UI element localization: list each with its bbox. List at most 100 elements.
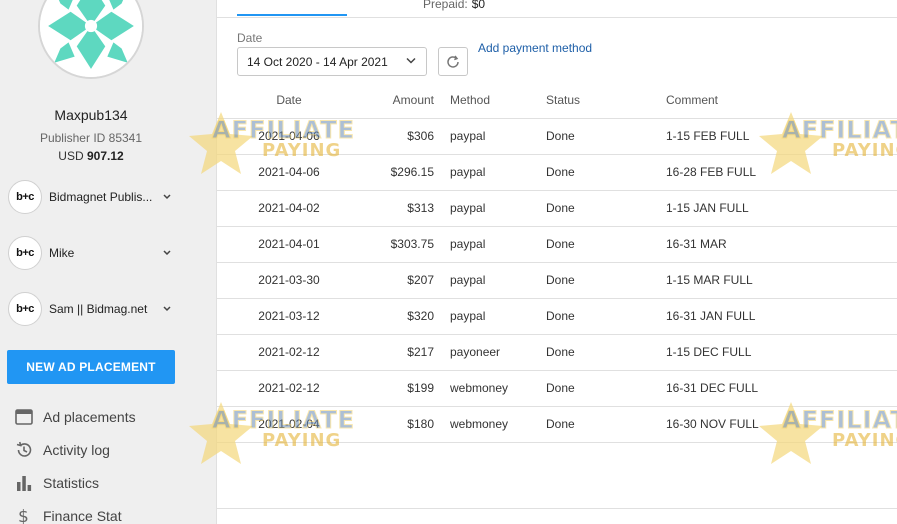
- active-tab-indicator: [237, 14, 347, 16]
- cell-comment: 1-15 JAN FULL: [650, 190, 897, 227]
- spacer-cell: [217, 370, 244, 407]
- cell-amount: $180: [334, 406, 434, 443]
- cell-status: Done: [530, 406, 650, 443]
- table-row: 2021-03-30 $207 paypal Done 1-15 MAR FULL: [217, 262, 897, 299]
- table-row: 2021-04-01 $303.75 paypal Done 16-31 MAR: [217, 226, 897, 263]
- column-header-date[interactable]: Date: [244, 82, 334, 119]
- cell-amount: $313: [334, 190, 434, 227]
- cell-method: paypal: [434, 298, 530, 335]
- spacer-cell: [217, 334, 244, 371]
- cell-status: Done: [530, 190, 650, 227]
- spacer-cell: [217, 298, 244, 335]
- divider: [217, 17, 897, 18]
- chevron-down-icon: [406, 57, 416, 64]
- prepaid-summary: Prepaid: $0: [423, 0, 485, 11]
- svg-text:$: $: [18, 507, 29, 524]
- nav-label: Finance Stat: [43, 508, 122, 524]
- cell-method: paypal: [434, 118, 530, 155]
- account-switcher-3[interactable]: b+c Sam || Bidmag.net: [8, 291, 178, 327]
- account-switcher-1[interactable]: b+c Bidmagnet Publis...: [8, 179, 178, 215]
- account-name: Bidmagnet Publis...: [49, 190, 153, 204]
- cell-status: Done: [530, 370, 650, 407]
- cell-method: webmoney: [434, 370, 530, 407]
- cell-amount: $320: [334, 298, 434, 335]
- cell-date: 2021-03-12: [244, 298, 334, 335]
- cell-amount: $296.15: [334, 154, 434, 191]
- account-name: Sam || Bidmag.net: [49, 302, 148, 316]
- cell-date: 2021-04-06: [244, 118, 334, 155]
- nav-item-finance-stat[interactable]: $ Finance Stat: [14, 503, 122, 524]
- chevron-down-icon: [163, 194, 171, 200]
- chevron-down-icon: [163, 250, 171, 256]
- cell-amount: $217: [334, 334, 434, 371]
- payments-table: Date Amount Method Status Comment 2021-0…: [217, 82, 897, 443]
- cell-date: 2021-02-12: [244, 334, 334, 371]
- nav-item-statistics[interactable]: Statistics: [14, 470, 99, 496]
- cell-status: Done: [530, 226, 650, 263]
- cell-date: 2021-04-02: [244, 190, 334, 227]
- balance-amount: 907.12: [86, 149, 124, 163]
- table-row: 2021-02-04 $180 webmoney Done 16-30 NOV FULL: [217, 406, 897, 443]
- account-name: Mike: [49, 246, 75, 260]
- cell-comment: 1-15 MAR FULL: [650, 262, 897, 299]
- cell-date: 2021-02-12: [244, 370, 334, 407]
- spacer-cell: [217, 118, 244, 155]
- column-header-comment[interactable]: Comment: [650, 82, 897, 119]
- avatar-pattern-icon: [40, 0, 142, 77]
- column-header-method[interactable]: Method: [434, 82, 530, 119]
- nav-item-ad-placements[interactable]: Ad placements: [14, 404, 136, 430]
- date-range-select[interactable]: 14 Oct 2020 - 14 Apr 2021: [237, 47, 427, 76]
- cell-status: Done: [530, 334, 650, 371]
- cell-date: 2021-02-04: [244, 406, 334, 443]
- bar-chart-icon: [14, 473, 34, 493]
- table-row: 2021-04-06 $296.15 paypal Done 16-28 FEB FUL…: [217, 154, 897, 191]
- chevron-down-icon: [163, 306, 171, 312]
- sidebar: Maxpub134 Publisher ID 85341 USD 907.12 …: [0, 0, 217, 524]
- cell-comment: 16-28 FEB FULL: [650, 154, 897, 191]
- cell-comment: 16-31 MAR: [650, 226, 897, 263]
- spacer-cell: [217, 190, 244, 227]
- divider: [217, 508, 897, 509]
- table-row: 2021-04-06 $306 paypal Done 1-15 FEB FULL: [217, 118, 897, 155]
- cell-amount: $303.75: [334, 226, 434, 263]
- add-payment-method-link[interactable]: Add payment method: [478, 41, 592, 55]
- balance: USD 907.12: [0, 149, 182, 163]
- cell-status: Done: [530, 154, 650, 191]
- cell-method: payoneer: [434, 334, 530, 371]
- nav-label: Ad placements: [43, 409, 136, 425]
- avatar[interactable]: [38, 0, 144, 79]
- username: Maxpub134: [54, 107, 128, 123]
- cell-status: Done: [530, 118, 650, 155]
- refresh-button[interactable]: [438, 47, 468, 76]
- account-switcher-2[interactable]: b+c Mike: [8, 235, 178, 271]
- cell-date: 2021-04-06: [244, 154, 334, 191]
- cell-comment: 1-15 DEC FULL: [650, 334, 897, 371]
- prepaid-value: $0: [471, 0, 486, 11]
- column-header-status[interactable]: Status: [530, 82, 650, 119]
- cell-comment: 16-31 JAN FULL: [650, 298, 897, 335]
- cell-date: 2021-03-30: [244, 262, 334, 299]
- nav-label: Activity log: [43, 442, 110, 458]
- main-content: Prepaid: $0 Date 14 Oct 2020 - 14 Apr 202…: [217, 0, 897, 524]
- refresh-icon: [447, 55, 459, 68]
- table-row: 2021-02-12 $217 payoneer Done 1-15 DEC FULL: [217, 334, 897, 371]
- spacer-cell: [217, 82, 244, 119]
- cell-method: paypal: [434, 154, 530, 191]
- nav-item-activity-log[interactable]: Activity log: [14, 437, 110, 463]
- cell-comment: 1-15 FEB FULL: [650, 118, 897, 155]
- new-ad-placement-button[interactable]: NEW AD PLACEMENT: [7, 350, 175, 384]
- column-header-amount[interactable]: Amount: [334, 82, 434, 119]
- cell-method: paypal: [434, 190, 530, 227]
- history-icon: [14, 440, 34, 460]
- spacer-cell: [217, 262, 244, 299]
- cell-status: Done: [530, 298, 650, 335]
- cell-method: webmoney: [434, 406, 530, 443]
- account-logo: b+c: [8, 236, 42, 270]
- cell-status: Done: [530, 262, 650, 299]
- publisher-id: Publisher ID 85341: [39, 131, 143, 145]
- table-row: 2021-04-02 $313 paypal Done 1-15 JAN FULL: [217, 190, 897, 227]
- date-filter-label: Date: [237, 31, 263, 45]
- placements-icon: [14, 407, 34, 427]
- date-range-value: 14 Oct 2020 - 14 Apr 2021: [247, 54, 388, 69]
- cell-date: 2021-04-01: [244, 226, 334, 263]
